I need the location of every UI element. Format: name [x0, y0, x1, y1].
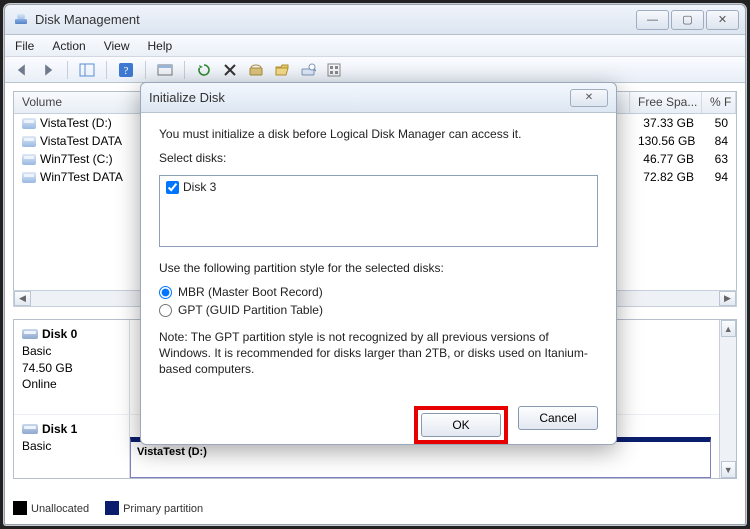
disk-name: Disk 0	[42, 327, 77, 341]
disk-select-list[interactable]: Disk 3	[159, 175, 598, 247]
volume-name: Win7Test (C:)	[40, 152, 113, 166]
settings-icon[interactable]	[325, 61, 343, 79]
mbr-radio[interactable]	[159, 286, 172, 299]
help-icon[interactable]: ?	[117, 61, 135, 79]
disk-type: Basic	[22, 343, 121, 360]
volume-pct: 50	[702, 115, 736, 131]
volume-icon	[22, 172, 36, 183]
toolbar-separator	[184, 61, 185, 79]
dialog-intro: You must initialize a disk before Logica…	[159, 127, 598, 141]
close-icon: ✕	[585, 92, 593, 103]
gpt-label: GPT (GUID Partition Table)	[178, 303, 323, 317]
volume-icon	[22, 154, 36, 165]
maximize-icon: ▢	[682, 13, 692, 26]
disk-checkbox-row[interactable]: Disk 3	[166, 180, 591, 194]
dialog-titlebar[interactable]: Initialize Disk ✕	[141, 83, 616, 113]
disk-icon	[22, 424, 38, 434]
forward-button[interactable]	[39, 61, 57, 79]
volume-name: Win7Test DATA	[40, 170, 123, 184]
legend-swatch-unallocated	[13, 501, 27, 515]
toolbar-separator	[67, 61, 68, 79]
dialog-note: Note: The GPT partition style is not rec…	[159, 329, 598, 378]
volume-icon	[22, 118, 36, 129]
back-button[interactable]	[13, 61, 31, 79]
disk-type: Basic	[22, 438, 121, 455]
gpt-radio[interactable]	[159, 304, 172, 317]
open-icon[interactable]	[273, 61, 291, 79]
disk-info: Disk 1 Basic	[14, 415, 130, 478]
rescan-icon[interactable]	[247, 61, 265, 79]
initialize-disk-dialog: Initialize Disk ✕ You must initialize a …	[140, 82, 617, 445]
dialog-buttons: OK Cancel	[141, 402, 616, 458]
scroll-down-icon[interactable]: ▼	[721, 461, 736, 478]
volume-pct: 63	[702, 151, 736, 167]
cancel-icon[interactable]	[221, 61, 239, 79]
col-pct[interactable]: % F	[702, 92, 736, 113]
toolbar: ?	[5, 57, 745, 83]
volume-pct: 84	[702, 133, 736, 149]
volume-free: 72.82 GB	[630, 169, 702, 185]
properties-icon[interactable]	[299, 61, 317, 79]
disk-size: 74.50 GB	[22, 360, 121, 377]
close-icon: ✕	[718, 13, 727, 26]
select-disks-label: Select disks:	[159, 151, 598, 165]
close-button[interactable]: ✕	[706, 10, 739, 30]
disk-info: Disk 0 Basic 74.50 GB Online	[14, 320, 130, 414]
volume-free: 37.33 GB	[630, 115, 702, 131]
dialog-title: Initialize Disk	[149, 90, 225, 105]
volume-icon	[22, 136, 36, 147]
show-hide-pane-icon[interactable]	[78, 61, 96, 79]
disk-status: Online	[22, 376, 121, 393]
legend-unallocated: Unallocated	[31, 503, 89, 515]
legend: Unallocated Primary partition	[13, 498, 737, 518]
minimize-icon: —	[647, 14, 658, 26]
ok-button[interactable]: OK	[421, 413, 501, 437]
disk-checkbox[interactable]	[166, 181, 179, 194]
cancel-button[interactable]: Cancel	[518, 406, 598, 430]
legend-swatch-primary	[105, 501, 119, 515]
svg-text:?: ?	[124, 65, 129, 77]
partition-style-group: MBR (Master Boot Record) GPT (GUID Parti…	[159, 285, 598, 317]
volume-name: VistaTest DATA	[40, 134, 122, 148]
minimize-button[interactable]: —	[636, 10, 669, 30]
volume-free: 130.56 GB	[630, 133, 702, 149]
legend-primary: Primary partition	[123, 503, 203, 515]
disk-icon	[22, 329, 38, 339]
maximize-button[interactable]: ▢	[671, 10, 704, 30]
menu-help[interactable]: Help	[148, 39, 173, 53]
scroll-right-icon[interactable]: ▶	[719, 291, 736, 306]
radio-gpt[interactable]: GPT (GUID Partition Table)	[159, 303, 598, 317]
disk-name: Disk 1	[42, 422, 77, 436]
menubar: File Action View Help	[5, 35, 745, 57]
col-volume[interactable]: Volume	[14, 92, 144, 113]
window-controls: — ▢ ✕	[634, 10, 739, 30]
vertical-scrollbar[interactable]: ▲ ▼	[719, 320, 736, 478]
col-freespace[interactable]: Free Spa...	[630, 92, 702, 113]
partition-style-label: Use the following partition style for th…	[159, 261, 598, 275]
titlebar[interactable]: Disk Management — ▢ ✕	[5, 5, 745, 35]
menu-view[interactable]: View	[104, 39, 130, 53]
toolbar-separator	[106, 61, 107, 79]
radio-mbr[interactable]: MBR (Master Boot Record)	[159, 285, 598, 299]
scroll-left-icon[interactable]: ◀	[14, 291, 31, 306]
dialog-close-button[interactable]: ✕	[570, 89, 608, 107]
disk-management-app-icon	[13, 12, 29, 28]
window-title: Disk Management	[35, 12, 140, 27]
mbr-label: MBR (Master Boot Record)	[178, 285, 323, 299]
toolbar-separator	[145, 61, 146, 79]
menu-action[interactable]: Action	[52, 39, 85, 53]
refresh-icon[interactable]	[195, 61, 213, 79]
dialog-body: You must initialize a disk before Logica…	[141, 113, 616, 402]
volume-name: VistaTest (D:)	[40, 116, 112, 130]
ok-button-highlight: OK	[414, 406, 508, 444]
volume-pct: 94	[702, 169, 736, 185]
disk-checkbox-label: Disk 3	[183, 180, 216, 194]
menu-file[interactable]: File	[15, 39, 34, 53]
volume-free: 46.77 GB	[630, 151, 702, 167]
scroll-up-icon[interactable]: ▲	[721, 320, 736, 337]
toolbar-view-icon[interactable]	[156, 61, 174, 79]
